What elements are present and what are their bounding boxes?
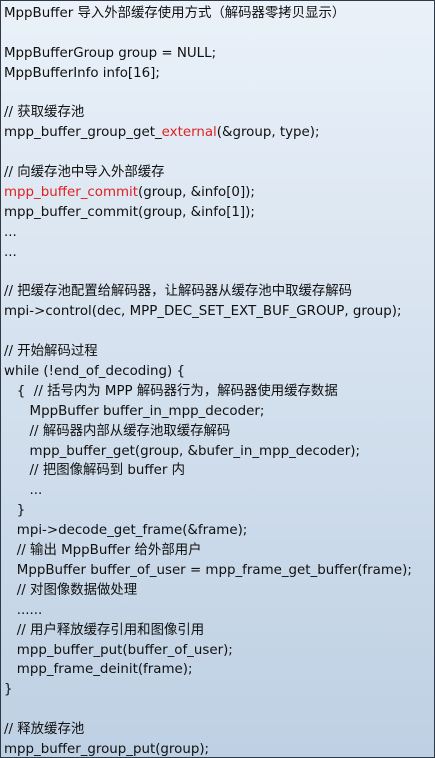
code-comment: // 对图像数据做处理 [4, 582, 138, 598]
highlighted-code: mpp_buffer_commit [4, 185, 139, 201]
code-listing: MppBuffer 导入外部缓存使用方式（解码器零拷贝显示） MppBuffer… [4, 4, 412, 757]
code-line: ... [4, 481, 412, 501]
code-line: mpp_buffer_group_get_external(&group, ty… [4, 123, 412, 143]
code-text: MppBufferGroup group = NULL; [4, 45, 217, 61]
code-line: MppBuffer buffer_of_user = mpp_frame_get… [4, 561, 412, 581]
code-line: mpi->decode_get_frame(&frame); [4, 521, 412, 541]
code-line: mpp_buffer_group_put(group); [4, 740, 412, 757]
code-line: ... [4, 243, 412, 263]
code-comment: // 输出 MppBuffer 给外部用户 [4, 543, 202, 559]
code-text: ... [4, 224, 17, 240]
code-line: // 把图像解码到 buffer 内 [4, 461, 412, 481]
code-text: } [4, 682, 13, 698]
code-text: } [4, 503, 26, 519]
code-line: MppBufferInfo info[16]; [4, 64, 412, 84]
code-text: (&group, type); [216, 125, 320, 141]
code-line: // 获取缓存池 [4, 103, 412, 123]
code-text: { // 括号内为 MPP 解码器行为，解码器使用缓存数据 [4, 383, 338, 399]
code-text: (group, &info[0]); [138, 185, 255, 201]
highlighted-code: external [161, 125, 217, 141]
code-text: mpp_buffer_get(group, &bufer_in_mpp_deco… [4, 443, 361, 459]
code-text: MppBuffer buffer_in_mpp_decoder; [4, 403, 265, 419]
code-line: // 向缓存池中导入外部缓存 [4, 163, 412, 183]
code-comment: // 用户释放缓存引用和图像引用 [4, 622, 205, 638]
code-text: ... [4, 483, 43, 499]
code-line: mpp_buffer_commit(group, &info[0]); [4, 183, 412, 203]
code-text: mpi->control(dec, MPP_DEC_SET_EXT_BUF_GR… [4, 304, 402, 320]
code-line: MppBuffer buffer_in_mpp_decoder; [4, 402, 412, 422]
code-comment: // 向缓存池中导入外部缓存 [4, 165, 165, 181]
code-line: MppBufferGroup group = NULL; [4, 44, 412, 64]
code-line: } [4, 680, 412, 700]
code-line: } [4, 501, 412, 521]
code-text: mpi->decode_get_frame(&frame); [4, 523, 248, 539]
code-text: mpp_buffer_group_put(group); [4, 741, 210, 757]
code-text: mpp_buffer_group_get_ [4, 125, 162, 141]
code-text: MppBufferInfo info[16]; [4, 65, 160, 81]
code-line: ... [4, 223, 412, 243]
code-text: ... [4, 244, 17, 260]
code-line: // 用户释放缓存引用和图像引用 [4, 621, 412, 641]
code-line: { // 括号内为 MPP 解码器行为，解码器使用缓存数据 [4, 382, 412, 402]
code-comment: // 开始解码过程 [4, 344, 98, 360]
code-line: mpi->control(dec, MPP_DEC_SET_EXT_BUF_GR… [4, 302, 412, 322]
code-text: MppBuffer 导入外部缓存使用方式（解码器零拷贝显示） [4, 6, 346, 21]
code-line: // 输出 MppBuffer 给外部用户 [4, 541, 412, 561]
code-text: mpp_frame_deinit(frame); [4, 662, 193, 678]
code-line: mpp_buffer_put(buffer_of_user); [4, 641, 412, 661]
code-text: MppBuffer buffer_of_user = mpp_frame_get… [4, 562, 412, 578]
code-comment: // 解码器内部从缓存池取缓存解码 [4, 423, 231, 439]
code-line: mpp_buffer_commit(group, &info[1]); [4, 203, 412, 223]
code-comment: // 释放缓存池 [4, 722, 85, 738]
code-text: while (!end_of_decoding) { [4, 364, 185, 380]
code-line: mpp_buffer_get(group, &bufer_in_mpp_deco… [4, 442, 412, 462]
code-line: // 解码器内部从缓存池取缓存解码 [4, 422, 412, 442]
code-panel: MppBuffer 导入外部缓存使用方式（解码器零拷贝显示） MppBuffer… [0, 0, 435, 758]
code-line: mpp_frame_deinit(frame); [4, 660, 412, 680]
code-line: // 开始解码过程 [4, 342, 412, 362]
code-line: // 释放缓存池 [4, 720, 412, 740]
code-text: mpp_buffer_commit(group, &info[1]); [4, 204, 255, 220]
code-line: MppBuffer 导入外部缓存使用方式（解码器零拷贝显示） [4, 4, 412, 24]
code-comment: // 把缓存池配置给解码器，让解码器从缓存池中取缓存解码 [4, 284, 353, 300]
code-comment: // 获取缓存池 [4, 105, 85, 121]
code-comment: // 把图像解码到 buffer 内 [4, 463, 186, 479]
code-text: ...... [4, 602, 43, 618]
code-line: // 对图像数据做处理 [4, 581, 412, 601]
code-line: // 把缓存池配置给解码器，让解码器从缓存池中取缓存解码 [4, 282, 412, 302]
code-line: ...... [4, 601, 412, 621]
code-line: while (!end_of_decoding) { [4, 362, 412, 382]
code-text: mpp_buffer_put(buffer_of_user); [4, 642, 233, 658]
